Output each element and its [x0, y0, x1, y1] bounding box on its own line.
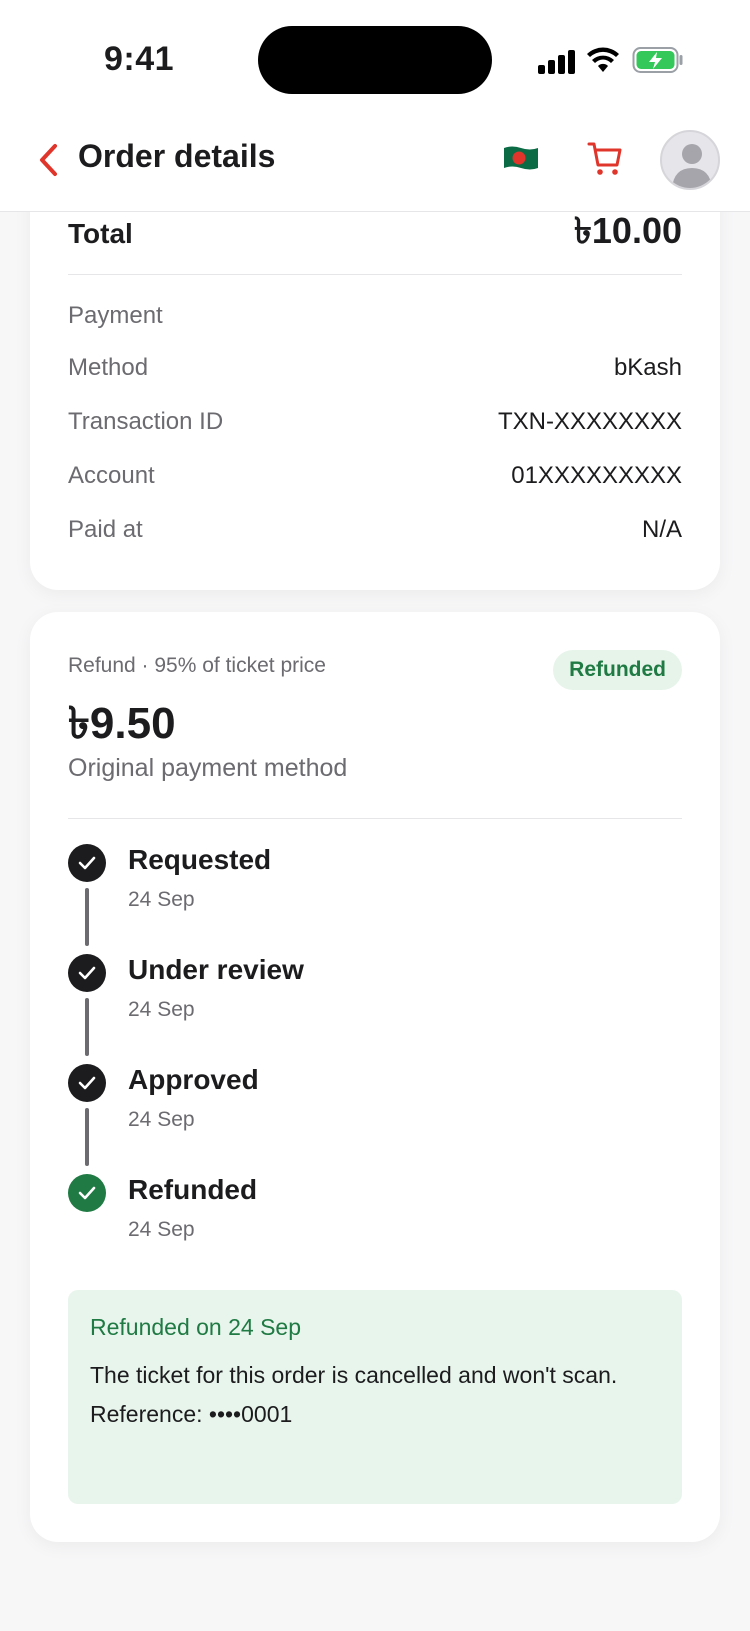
step-date: 24 Sep: [128, 888, 195, 911]
check-circle-icon: [68, 844, 106, 882]
notice-title: Refunded on 24 Sep: [90, 1314, 302, 1340]
status-badge: Refunded: [553, 650, 682, 690]
payment-method-value: bKash: [613, 354, 682, 381]
payment-method-label: Method: [68, 354, 149, 381]
screen: 9:41 Order details Total ৳10.00 Payment …: [0, 0, 750, 1631]
step-title: Under review: [128, 954, 304, 985]
timeline-connector: [85, 888, 89, 946]
chevron-left-icon: [40, 144, 57, 176]
transaction-id-value: TXN-XXXXXXXX: [497, 408, 682, 435]
page-title: Order details: [78, 138, 276, 174]
check-circle-icon: [68, 1064, 106, 1102]
transaction-id-label: Transaction ID: [68, 408, 224, 435]
timeline-step-refunded: Refunded 24 Sep: [68, 1174, 668, 1284]
timeline-step-requested: Requested 24 Sep: [68, 844, 668, 954]
account-label: Account: [68, 462, 155, 489]
payment-row-paid-at: Paid at N/A: [68, 516, 682, 544]
payment-row-account: Account 01XXXXXXXXX: [68, 462, 682, 490]
step-title: Approved: [128, 1064, 259, 1095]
app-header: Order details: [0, 108, 750, 212]
step-date: 24 Sep: [128, 998, 195, 1021]
refund-method: Original payment method: [68, 754, 348, 782]
step-date: 24 Sep: [128, 1108, 195, 1131]
check-circle-icon: [68, 954, 106, 992]
payment-summary-card: Total ৳10.00 Payment Method bKash Transa…: [30, 150, 720, 590]
paid-at-value: N/A: [641, 516, 682, 543]
refund-caption: Refund · 95% of ticket price: [68, 654, 326, 677]
step-title: Refunded: [128, 1174, 258, 1205]
cellular-signal-icon: [538, 50, 576, 74]
check-circle-icon: [68, 1174, 106, 1212]
timeline-connector: [85, 998, 89, 1056]
divider: [68, 818, 682, 819]
paid-at-label: Paid at: [68, 516, 143, 543]
user-avatar-icon[interactable]: [660, 130, 720, 190]
step-title: Requested: [128, 844, 272, 875]
refund-card: Refund · 95% of ticket price Refunded ৳9…: [30, 612, 720, 1542]
divider: [68, 274, 682, 275]
total-label: Total: [68, 218, 133, 249]
payment-row-method: Method bKash: [68, 354, 682, 382]
refund-reference: Reference: ••••0001: [90, 1401, 293, 1427]
timeline-step-approved: Approved 24 Sep: [68, 1064, 668, 1174]
account-value: 01XXXXXXXXX: [511, 462, 682, 489]
timeline-step-under-review: Under review 24 Sep: [68, 954, 668, 1064]
refund-amount: ৳9.50: [68, 699, 176, 748]
step-date: 24 Sep: [128, 1218, 195, 1241]
back-button[interactable]: [28, 136, 68, 184]
status-bar: 9:41: [0, 0, 750, 108]
total-value: ৳10.00: [573, 210, 682, 251]
dynamic-island: [258, 26, 492, 94]
timeline-connector: [85, 1108, 89, 1166]
battery-charging-icon: [632, 47, 683, 73]
total-row: Total ৳10.00: [68, 204, 682, 264]
bangladesh-flag-icon[interactable]: [502, 144, 540, 172]
person-silhouette-icon: [672, 144, 712, 188]
status-time: 9:41: [104, 40, 175, 78]
payment-section-label: Payment: [68, 302, 163, 329]
payment-row-transaction-id: Transaction ID TXN-XXXXXXXX: [68, 408, 682, 436]
refund-notice: Refunded on 24 Sep The ticket for this o…: [68, 1290, 682, 1504]
cart-icon[interactable]: [586, 138, 624, 178]
notice-body: The ticket for this order is cancelled a…: [90, 1362, 618, 1388]
wifi-icon: [587, 47, 619, 72]
